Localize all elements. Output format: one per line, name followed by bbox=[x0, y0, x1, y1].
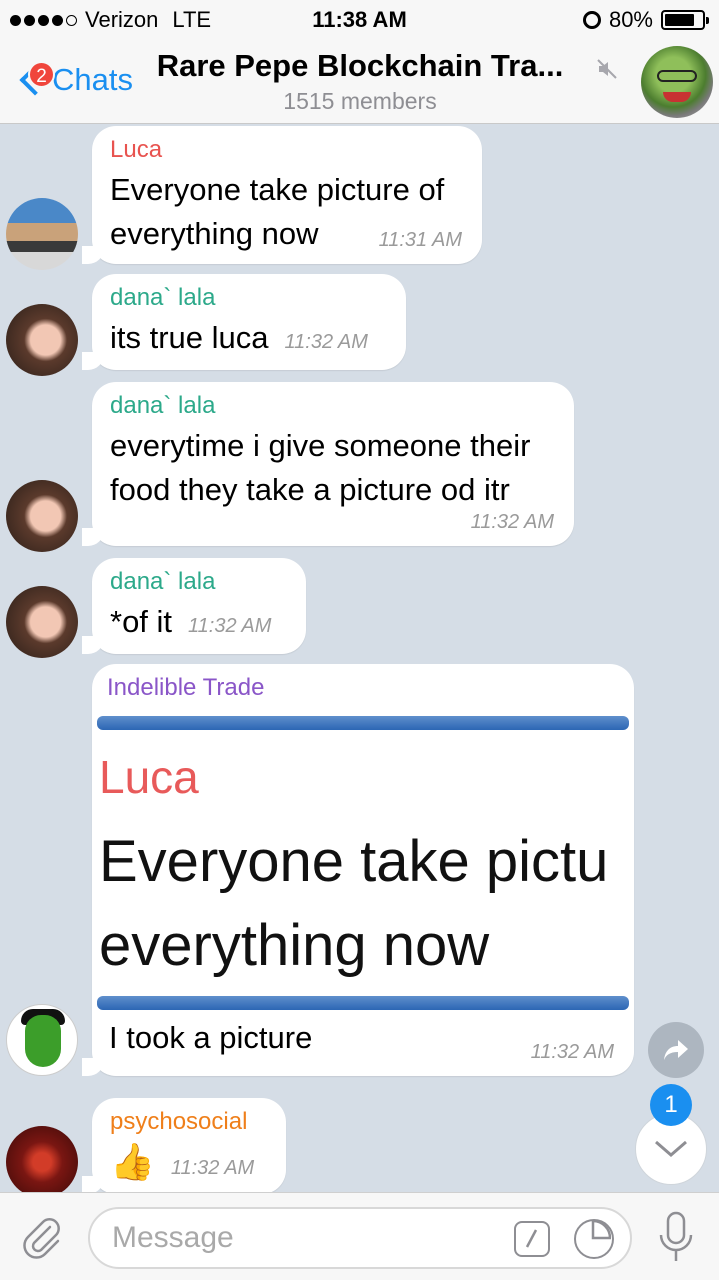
message-time: 11:32 AM bbox=[530, 1041, 614, 1063]
paperclip-icon[interactable] bbox=[20, 1215, 64, 1259]
message-input[interactable] bbox=[112, 1221, 492, 1255]
bot-command-icon[interactable] bbox=[514, 1221, 550, 1257]
status-bar: Verizon LTE 11:38 AM 80% bbox=[0, 0, 719, 40]
sender-name: dana` lala bbox=[110, 568, 216, 595]
message-text: everytime i give someone their food they… bbox=[110, 428, 531, 507]
avatar[interactable] bbox=[6, 304, 78, 376]
message-bubble[interactable]: psychosocial 👍 11:32 AM bbox=[82, 1098, 286, 1192]
message-input-bar bbox=[0, 1192, 719, 1280]
avatar[interactable] bbox=[6, 198, 78, 270]
forward-button[interactable] bbox=[648, 1022, 704, 1078]
message-time: 11:32 AM bbox=[284, 331, 368, 353]
message-text: *of it 11:32 AM bbox=[110, 600, 288, 648]
message-bubble[interactable]: dana` lala its true luca 11:32 AM bbox=[82, 274, 406, 370]
sender-name: dana` lala bbox=[110, 284, 216, 311]
message-list[interactable]: Luca Everyone take picture of everything… bbox=[0, 124, 719, 1192]
message-bubble[interactable]: dana` lala everytime i give someone thei… bbox=[82, 382, 574, 546]
photo-message-bubble[interactable]: Indelible Trade Luca Everyone take pictu… bbox=[82, 664, 634, 1076]
message-time: 11:32 AM bbox=[470, 511, 554, 533]
avatar[interactable] bbox=[6, 1126, 78, 1192]
thumbs-up-emoji: 👍 bbox=[110, 1141, 155, 1182]
message-text: its true luca 11:32 AM bbox=[110, 316, 388, 364]
alarm-icon bbox=[582, 11, 601, 29]
chevron-down-icon bbox=[655, 1140, 687, 1157]
unread-chats-badge: 2 bbox=[28, 61, 55, 88]
message-time: 11:31 AM bbox=[378, 229, 462, 251]
sender-name: Indelible Trade bbox=[107, 674, 265, 701]
battery-icon bbox=[661, 10, 709, 30]
message-field[interactable] bbox=[88, 1207, 632, 1269]
photo[interactable]: Luca Everyone take pictu everything now bbox=[97, 710, 629, 1010]
chat-header: Chats 2 Rare Pepe Blockchain Tra... 1515… bbox=[0, 40, 719, 124]
unread-count-badge: 1 bbox=[650, 1084, 692, 1126]
avatar[interactable] bbox=[6, 1004, 78, 1076]
avatar[interactable] bbox=[6, 480, 78, 552]
message-time: 11:32 AM bbox=[188, 615, 272, 637]
member-count: 1515 members bbox=[283, 88, 437, 114]
sticker-icon[interactable] bbox=[574, 1219, 614, 1259]
chat-title-area[interactable]: Rare Pepe Blockchain Tra... 1515 members bbox=[150, 48, 570, 115]
message-text: 👍 11:32 AM bbox=[110, 1140, 268, 1190]
forward-icon bbox=[664, 1040, 688, 1060]
back-label: Chats bbox=[52, 62, 133, 97]
avatar[interactable] bbox=[6, 586, 78, 658]
chat-title: Rare Pepe Blockchain Tra... bbox=[156, 48, 564, 83]
sender-name: dana` lala bbox=[110, 392, 216, 419]
photo-body-text: Everyone take pictu everything now bbox=[99, 829, 609, 978]
message-bubble[interactable]: Luca Everyone take picture of everything… bbox=[82, 126, 482, 264]
mute-icon bbox=[597, 59, 617, 79]
photo-name-text: Luca bbox=[99, 751, 199, 803]
sender-name: psychosocial bbox=[110, 1108, 248, 1135]
back-button[interactable]: Chats 2 bbox=[14, 61, 133, 98]
message-bubble[interactable]: dana` lala *of it 11:32 AM bbox=[82, 558, 306, 654]
message-time: 11:32 AM bbox=[170, 1157, 255, 1179]
battery-percent: 80% bbox=[608, 7, 653, 32]
microphone-icon[interactable] bbox=[654, 1209, 698, 1265]
group-avatar[interactable] bbox=[641, 46, 713, 118]
sender-name: Luca bbox=[110, 136, 163, 163]
